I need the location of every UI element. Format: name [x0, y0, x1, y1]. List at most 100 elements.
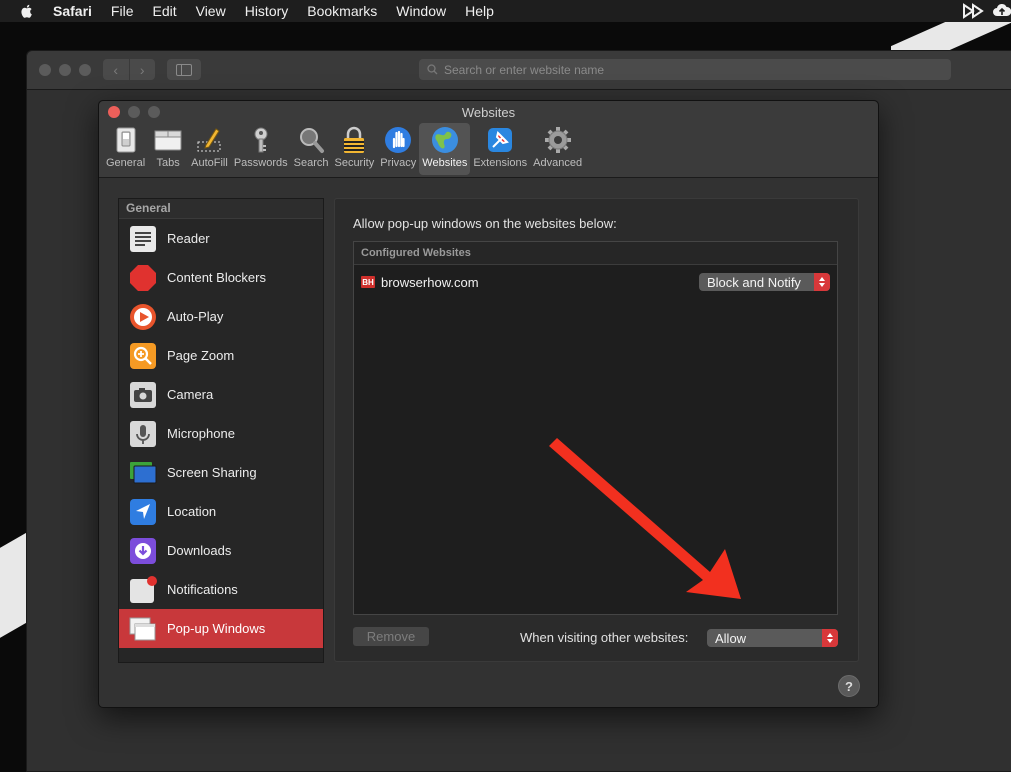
preferences-window: Websites General Tabs AutoFill Passwords… [98, 100, 879, 708]
site-setting-select[interactable]: Block and Notify [699, 273, 830, 291]
help-button[interactable]: ? [838, 675, 860, 697]
gear-icon [541, 123, 575, 157]
sidebar-item-auto-play[interactable]: Auto-Play [119, 297, 323, 336]
other-websites-select[interactable]: Allow [707, 629, 838, 647]
screen-sharing-icon [128, 458, 158, 488]
sidebar-item-microphone[interactable]: Microphone [119, 414, 323, 453]
minimize-window-button[interactable] [59, 64, 71, 76]
hand-icon [381, 123, 415, 157]
tab-tabs[interactable]: Tabs [148, 123, 188, 175]
lock-icon [337, 123, 371, 157]
sidebar-item-popup-windows[interactable]: Pop-up Windows [119, 609, 323, 648]
tab-general[interactable]: General [103, 123, 148, 175]
sidebar-item-label: Content Blockers [167, 270, 266, 285]
popup-settings-panel: Allow pop-up windows on the websites bel… [334, 198, 859, 662]
sidebar-item-label: Auto-Play [167, 309, 224, 324]
back-button[interactable]: ‹ [103, 59, 130, 80]
sidebar-item-label: Pop-up Windows [167, 621, 266, 636]
menu-file[interactable]: File [111, 3, 134, 19]
tab-advanced-label: Advanced [533, 157, 583, 169]
sidebar-item-content-blockers[interactable]: Content Blockers [119, 258, 323, 297]
tab-security[interactable]: Security [331, 123, 377, 175]
sidebar-item-reader[interactable]: Reader [119, 219, 323, 258]
reader-icon [128, 224, 158, 254]
tab-extensions-label: Extensions [473, 157, 528, 169]
show-sidebar-button[interactable] [167, 59, 201, 80]
tab-search-label: Search [293, 157, 329, 169]
microphone-icon [128, 419, 158, 449]
tab-passwords[interactable]: Passwords [231, 123, 291, 175]
sidebar-item-page-zoom[interactable]: Page Zoom [119, 336, 323, 375]
sidebar-item-screen-sharing[interactable]: Screen Sharing [119, 453, 323, 492]
remove-button[interactable]: Remove [353, 627, 429, 646]
notifications-icon [128, 575, 158, 605]
tab-advanced[interactable]: Advanced [530, 123, 585, 175]
sidebar-item-downloads[interactable]: Downloads [119, 531, 323, 570]
menu-bar: Safari File Edit View History Bookmarks … [0, 0, 1011, 22]
tab-autofill-label: AutoFill [191, 157, 228, 169]
tab-general-label: General [106, 157, 146, 169]
chevron-updown-icon [822, 629, 838, 647]
preferences-titlebar: Websites General Tabs AutoFill Passwords… [99, 101, 878, 178]
key-icon [244, 123, 278, 157]
tab-autofill[interactable]: AutoFill [188, 123, 231, 175]
zoom-icon [128, 341, 158, 371]
sidebar-item-label: Page Zoom [167, 348, 235, 363]
tab-websites-label: Websites [422, 157, 468, 169]
camera-icon [128, 380, 158, 410]
tab-tabs-label: Tabs [156, 157, 180, 169]
globe-icon [428, 123, 462, 157]
sidebar-item-label: Microphone [167, 426, 235, 441]
tabs-icon [151, 123, 185, 157]
extensions-icon [483, 123, 517, 157]
magnifier-icon [294, 123, 328, 157]
apple-logo-icon[interactable] [19, 3, 35, 19]
zoom-window-button[interactable] [79, 64, 91, 76]
menu-edit[interactable]: Edit [152, 3, 176, 19]
sidebar-item-label: Downloads [167, 543, 232, 558]
close-window-button[interactable] [39, 64, 51, 76]
menu-safari[interactable]: Safari [53, 3, 92, 19]
site-setting-value: Block and Notify [707, 274, 801, 290]
chevron-updown-icon [814, 273, 830, 291]
site-name: browserhow.com [381, 274, 479, 290]
menu-bookmarks[interactable]: Bookmarks [307, 3, 377, 19]
forward-button[interactable]: › [130, 59, 156, 80]
location-icon [128, 497, 158, 527]
tab-security-label: Security [334, 157, 375, 169]
sidebar-item-label: Notifications [167, 582, 238, 597]
status-icons [963, 2, 1011, 20]
menu-window[interactable]: Window [396, 3, 446, 19]
preferences-title: Websites [461, 105, 516, 120]
sidebar-item-label: Reader [167, 231, 210, 246]
general-switch-icon [109, 123, 143, 157]
navigation-buttons: ‹ › [103, 59, 155, 80]
sidebar-item-location[interactable]: Location [119, 492, 323, 531]
popup-windows-icon [128, 614, 158, 644]
address-placeholder: Search or enter website name [444, 62, 605, 77]
sidebar-item-notifications[interactable]: Notifications [119, 570, 323, 609]
fast-forward-icon[interactable] [963, 2, 985, 20]
tab-websites[interactable]: Websites [419, 123, 471, 175]
tab-extensions[interactable]: Extensions [470, 123, 530, 175]
sidebar-item-label: Camera [167, 387, 214, 402]
list-header: General [119, 199, 323, 219]
sidebar-item-label: Screen Sharing [167, 465, 257, 480]
site-favicon: BH [361, 276, 375, 288]
configured-websites-header: Configured Websites [354, 242, 837, 265]
menu-history[interactable]: History [245, 3, 289, 19]
other-websites-label: When visiting other websites: [520, 630, 689, 645]
address-bar[interactable]: Search or enter website name [419, 59, 951, 80]
tab-privacy[interactable]: Privacy [377, 123, 419, 175]
menu-help[interactable]: Help [465, 3, 494, 19]
menu-view[interactable]: View [196, 3, 226, 19]
tab-passwords-label: Passwords [233, 157, 288, 169]
sidebar-icon [176, 63, 192, 76]
tab-search[interactable]: Search [291, 123, 332, 175]
configured-websites-table: Configured Websites BH browserhow.com Bl… [353, 241, 838, 615]
search-icon [427, 64, 438, 75]
sidebar-item-camera[interactable]: Camera [119, 375, 323, 414]
cloud-upload-icon[interactable] [993, 2, 1011, 20]
other-websites-value: Allow [715, 630, 747, 646]
tab-privacy-label: Privacy [380, 157, 417, 169]
